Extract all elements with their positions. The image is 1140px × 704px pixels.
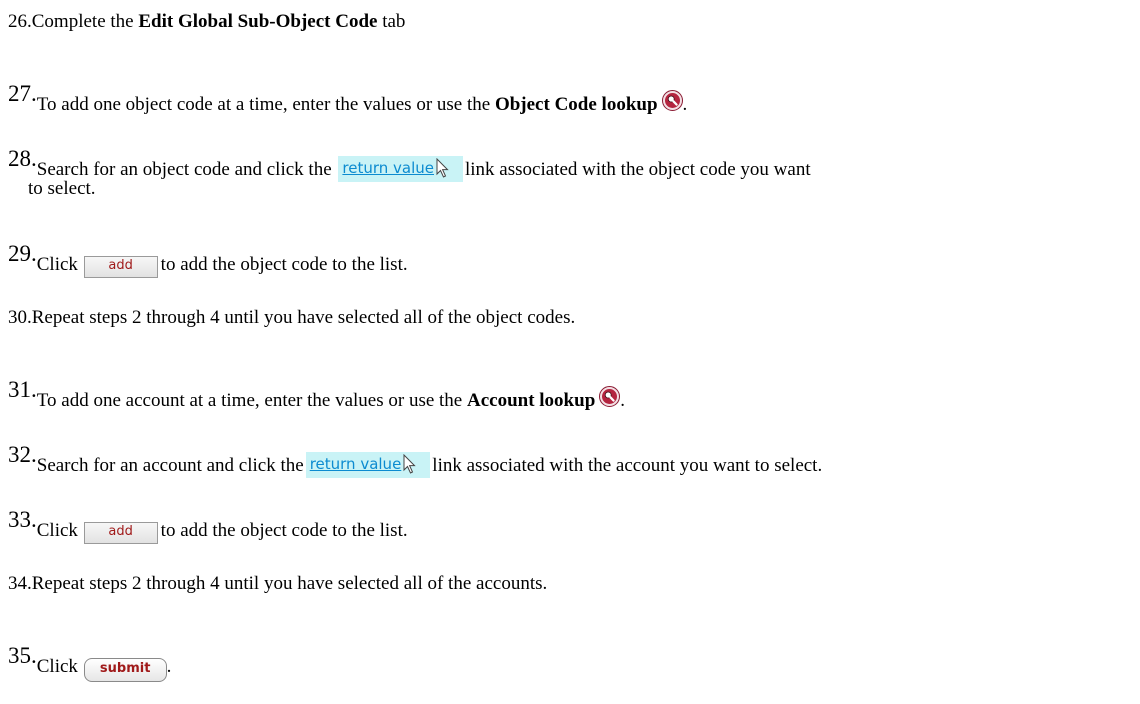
step-32: 32.Search for an account and click the re… [8,442,823,478]
magnifying-glass-icon[interactable] [599,386,621,407]
step-text: link associated with the object code you… [465,159,811,180]
step-number: 33. [8,507,37,532]
step-text: to add the object code to the list. [160,520,408,541]
step-text: Repeat steps 2 through 4 until you have … [31,573,548,594]
lookup-name: Object Code lookup [494,94,658,115]
step-number: 27. [8,81,37,106]
step-30: 30.Repeat steps 2 through 4 until you ha… [8,307,575,329]
step-27: 27.To add one object code at a time, ent… [8,81,688,116]
step-text: . [166,656,172,677]
return-value-link[interactable]: return value [338,156,463,182]
step-text: Complete the [31,11,139,32]
step-text: To add one account at a time, enter the … [36,390,467,411]
step-text: Click [36,656,83,677]
step-text: . [620,390,626,411]
step-text: tab [377,11,406,32]
step-text: Repeat steps 2 through 4 until you have … [31,307,576,328]
step-text: Search for an object code and click the [36,159,337,180]
tab-name: Edit Global Sub-Object Code [138,11,378,32]
step-number: 32. [8,442,37,467]
magnifying-glass-icon[interactable] [661,90,683,111]
step-text: Click [36,520,83,541]
step-number: 31. [8,377,37,402]
step-number: 26. [8,11,32,32]
step-text: Click [36,254,83,275]
step-text: Search for an account and click the [36,455,304,476]
mouse-pointer-icon [402,453,418,474]
step-34: 34.Repeat steps 2 through 4 until you ha… [8,573,547,595]
submit-button[interactable]: submit [83,658,167,682]
step-28-continuation: to select. [28,178,96,199]
step-number: 30. [8,307,32,328]
lookup-name: Account lookup [466,390,596,411]
return-value-label: return value [309,455,402,473]
mouse-pointer-icon [435,157,451,178]
step-26: 26.Complete the Edit Global Sub-Object C… [8,11,405,33]
return-value-link[interactable]: return value [305,452,431,478]
step-29: 29.Click add to add the object code to th… [8,241,408,278]
step-number: 29. [8,241,37,266]
step-text: link associated with the account you wan… [432,455,823,476]
step-31: 31.To add one account at a time, enter t… [8,377,626,412]
add-button[interactable]: add [83,256,158,278]
step-number: 28. [8,146,37,171]
add-button[interactable]: add [83,522,158,544]
step-28: 28.Search for an object code and click t… [8,146,811,182]
step-text: To add one object code at a time, enter … [36,94,495,115]
step-33: 33.Click add to add the object code to th… [8,507,408,544]
step-number: 35. [8,643,37,668]
return-value-label: return value [342,159,434,177]
step-text: to add the object code to the list. [160,254,408,275]
step-text: . [682,94,688,115]
step-number: 34. [8,573,32,594]
step-35: 35.Click submit. [8,643,172,682]
